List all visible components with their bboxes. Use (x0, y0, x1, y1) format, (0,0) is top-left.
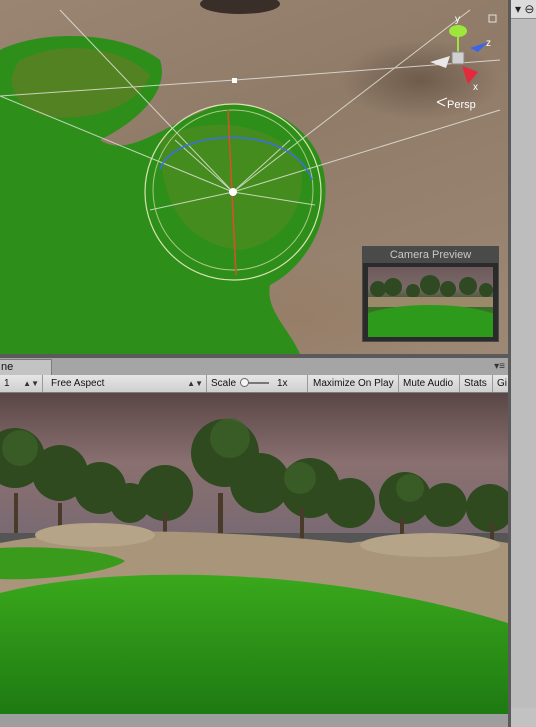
gizmo-z-label: z (486, 38, 491, 49)
maximize-on-play-button[interactable]: Maximize On Play (309, 375, 399, 392)
status-bar (0, 714, 508, 727)
projection-label[interactable]: Persp (447, 99, 476, 111)
orientation-gizmo[interactable] (430, 14, 497, 107)
aspect-value: Free Aspect (51, 378, 105, 389)
lock-icon[interactable] (488, 14, 497, 23)
panel-collapse-arrow-icon[interactable]: ▾ ⊖ (511, 0, 536, 19)
dirt-mound (35, 523, 155, 547)
game-view[interactable] (0, 393, 508, 714)
dirt-mound-right (360, 533, 500, 557)
inspector-body (511, 20, 536, 708)
camera-preview-panel: Camera Preview (362, 246, 499, 342)
gizmo-x-label: x (473, 82, 478, 93)
pivot-handle[interactable] (229, 188, 237, 196)
tab-game[interactable]: ne (0, 359, 52, 375)
gizmo-y-label: y (455, 14, 460, 25)
scene-dark-object (200, 0, 280, 14)
scene-view[interactable]: y z x Persp Camera Preview (0, 0, 508, 354)
scale-label: Scale (211, 378, 237, 389)
mute-audio-button[interactable]: Mute Audio (399, 375, 460, 392)
camera-preview-title: Camera Preview (363, 247, 498, 263)
game-toolbar: 1 ▲▼ Free Aspect ▲▼ Scale 1x Maximize On… (0, 375, 508, 393)
game-tab-bar: ne ▾≡ (0, 358, 508, 376)
dropdown-arrows-icon: ▲▼ (187, 379, 203, 388)
game-render (0, 393, 508, 714)
stats-button[interactable]: Stats (460, 375, 493, 392)
display-dropdown[interactable]: 1 ▲▼ (0, 375, 43, 392)
display-value: 1 (4, 378, 10, 389)
tab-menu-icon[interactable]: ▾≡ (494, 361, 505, 372)
inspector-panel-edge: ▾ ⊖ (508, 0, 536, 727)
scale-value: 1x (277, 378, 288, 389)
persp-arrow-icon (436, 97, 448, 107)
camera-preview-image (368, 267, 493, 337)
gizmos-button[interactable]: Gi (493, 375, 508, 392)
aspect-dropdown[interactable]: Free Aspect ▲▼ (47, 375, 207, 392)
scale-slider-knob[interactable] (240, 378, 249, 387)
gizmo-neg-x-cone[interactable] (430, 56, 450, 68)
handle-point[interactable] (232, 78, 237, 83)
dropdown-arrows-icon: ▲▼ (23, 379, 39, 388)
gizmo-center-cube[interactable] (451, 51, 465, 65)
